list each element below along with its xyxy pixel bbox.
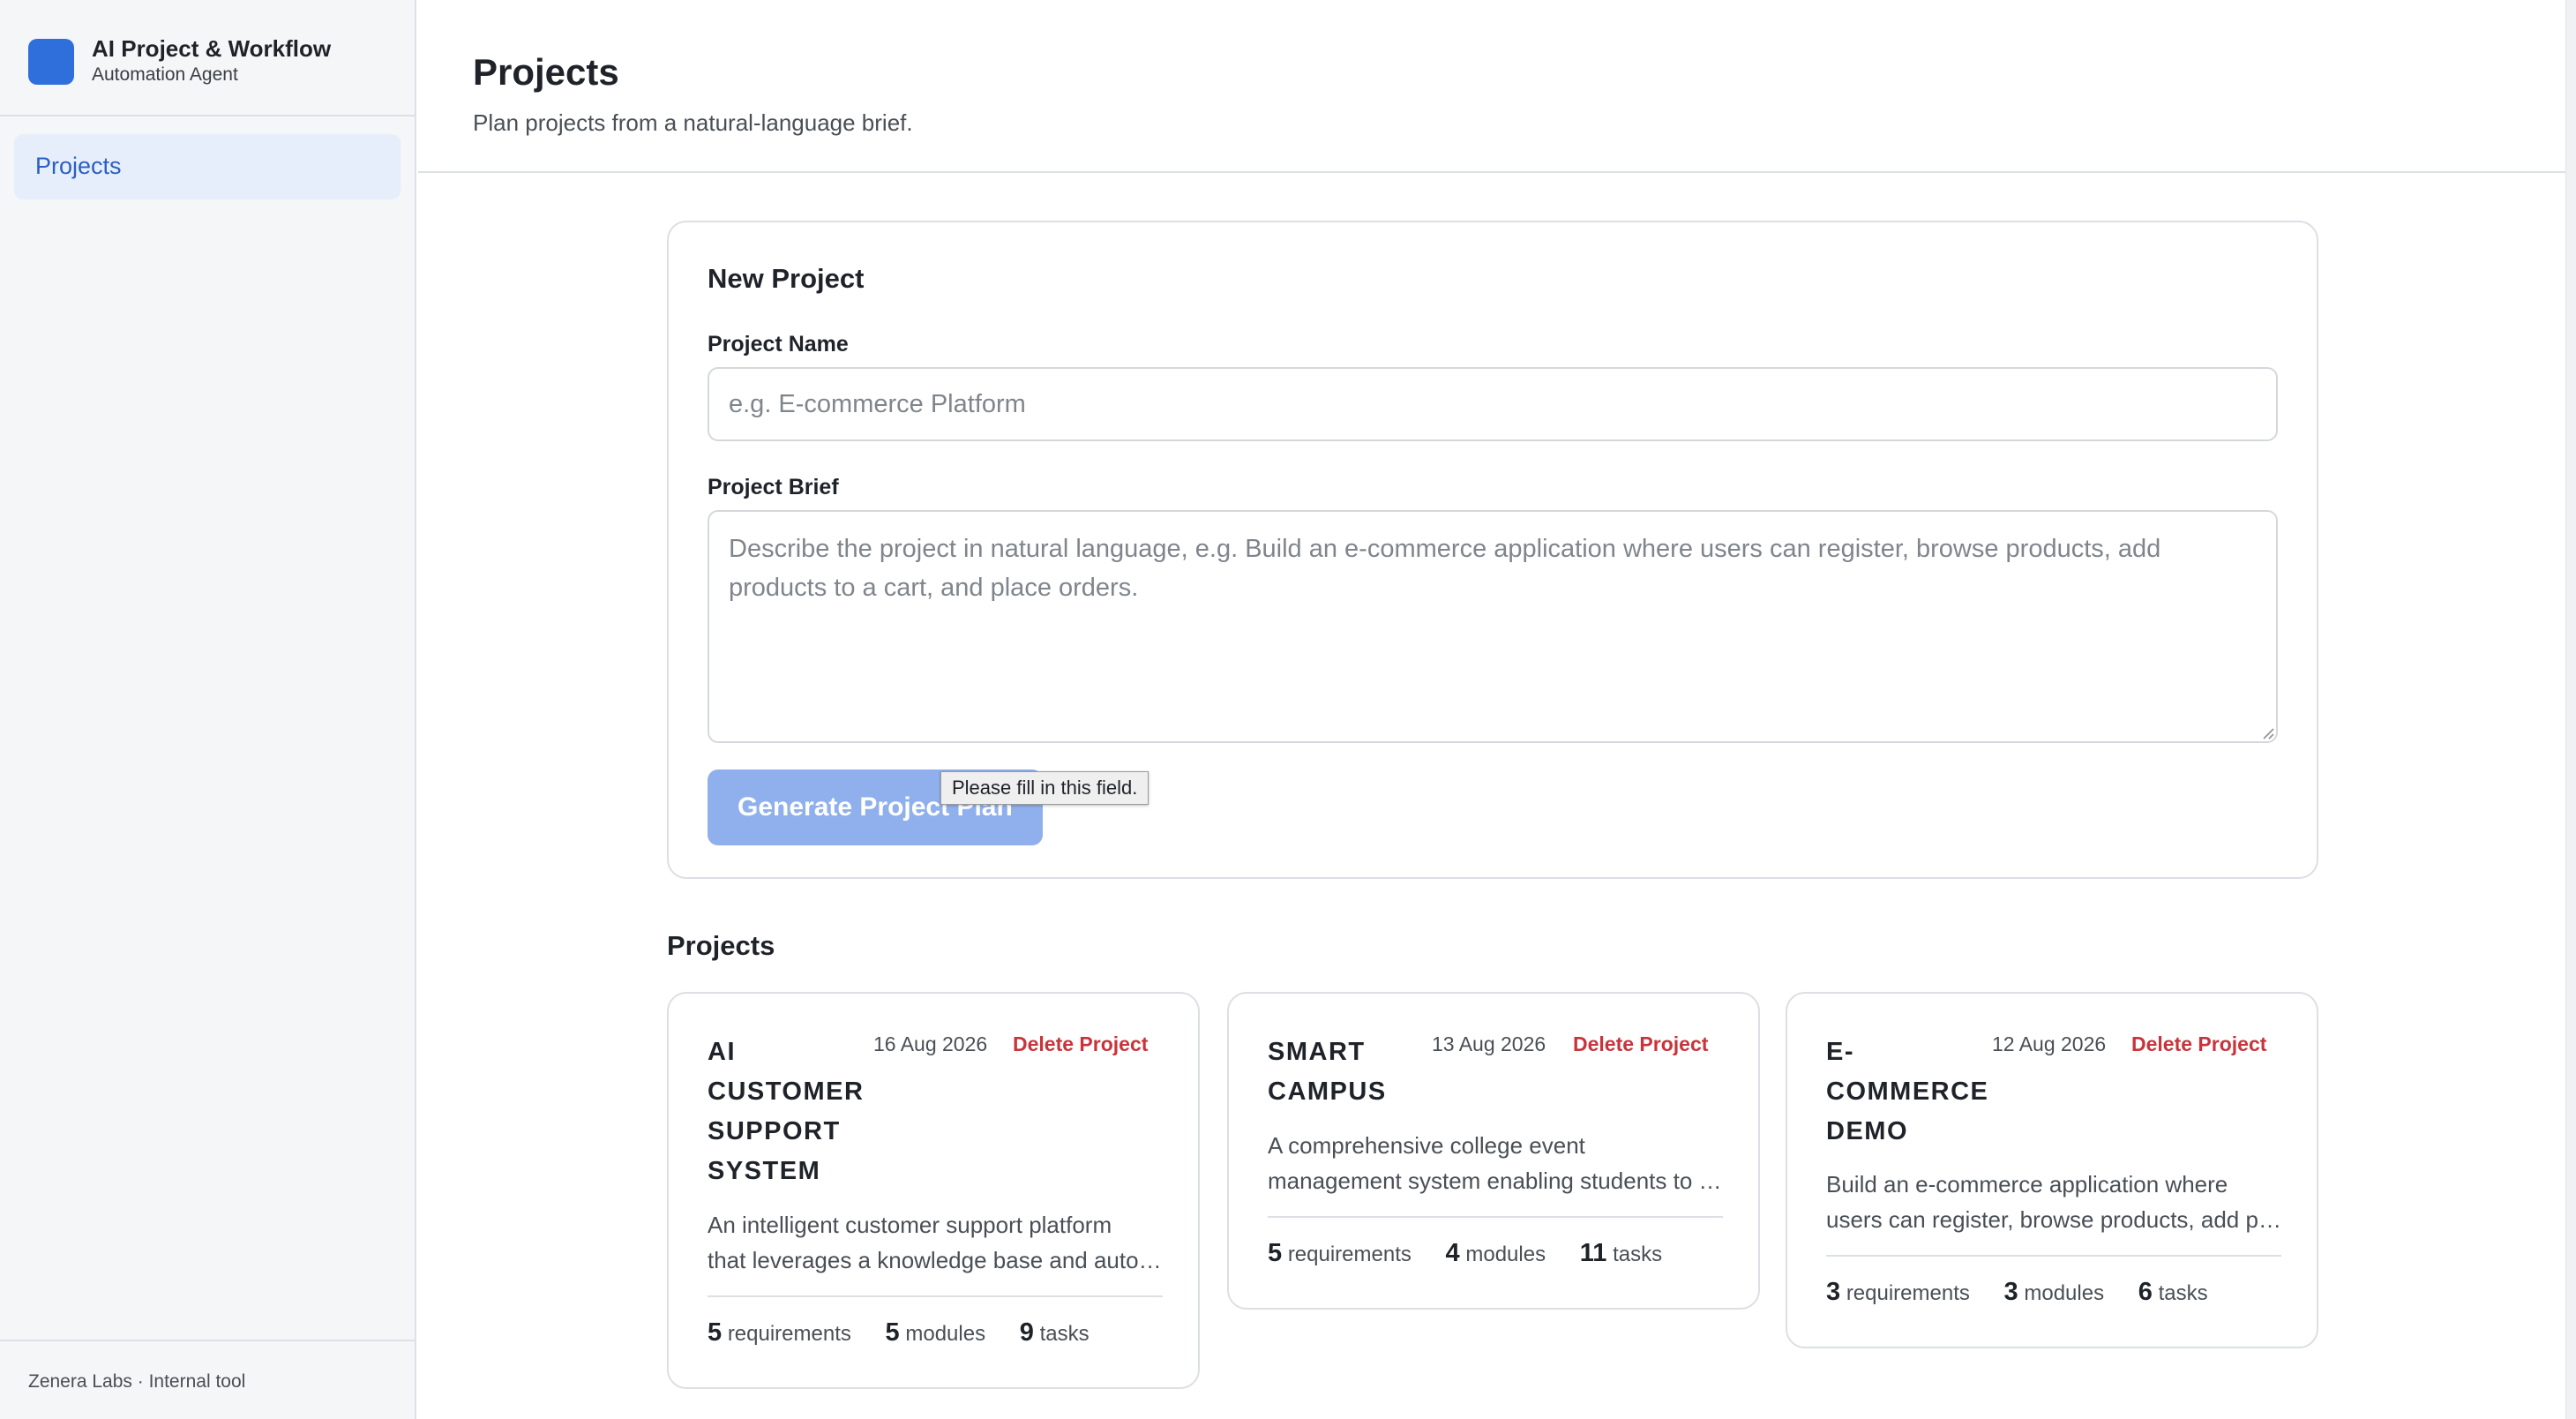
brand-title: AI Project & Workflow [92, 35, 332, 62]
project-date: 16 Aug 2026 [873, 1032, 988, 1055]
project-card[interactable]: E- COMMERCE DEMO 12 Aug 2026 Delete Proj… [1786, 992, 2318, 1348]
project-name-label: Project Name [708, 332, 849, 357]
project-stats: 5 requirements 4 modules 11 tasks [1268, 1239, 1690, 1268]
requirements-count: 5 requirements [708, 1318, 851, 1347]
sidebar-item-projects[interactable]: Projects [14, 134, 401, 199]
project-name: E- COMMERCE DEMO [1826, 1038, 1989, 1145]
project-brief-label: Project Brief [708, 475, 839, 499]
tasks-count: 11 tasks [1579, 1239, 1663, 1267]
delete-project-button[interactable]: Delete Project [2131, 1032, 2266, 1056]
tasks-count: 9 tasks [1019, 1318, 1090, 1347]
app-logo-icon [28, 39, 74, 85]
project-description: Build an e-commerce application where us… [1826, 1171, 2281, 1233]
app-window: AI Project & Workflow Automation Agent P… [0, 0, 2576, 1419]
project-name: SMART CAMPUS [1268, 1038, 1387, 1106]
tasks-count: 6 tasks [2138, 1278, 2208, 1306]
project-card[interactable]: AI CUSTOMER SUPPORT SYSTEM 16 Aug 2026 D… [667, 992, 1200, 1389]
requirements-count: 3 requirements [1826, 1278, 1970, 1306]
project-stats: 5 requirements 5 modules 9 tasks [708, 1318, 1118, 1348]
page-header: Projects Plan projects from a natural-la… [418, 0, 2567, 173]
project-stats: 3 requirements 3 modules 6 tasks [1826, 1278, 2236, 1307]
sidebar-footer: Zenera Labs · Internal tool [0, 1340, 415, 1419]
brand-subtitle: Automation Agent [92, 64, 238, 85]
project-divider [1826, 1255, 2281, 1257]
delete-project-button[interactable]: Delete Project [1013, 1032, 1148, 1056]
sidebar-item-label: Projects [35, 153, 122, 179]
project-name-input[interactable] [708, 367, 2278, 441]
project-divider [1268, 1216, 1723, 1218]
page-title: Projects [473, 51, 619, 93]
project-brief-input[interactable] [708, 510, 2278, 743]
modules-count: 4 modules [1445, 1239, 1546, 1267]
projects-section-title: Projects [667, 930, 775, 961]
resize-grip-icon[interactable] [2260, 725, 2274, 740]
validation-tooltip: Please fill in this field. [940, 771, 1149, 805]
page-subtitle: Plan projects from a natural-language br… [473, 109, 913, 136]
modules-count: 5 modules [885, 1318, 986, 1347]
sidebar-footer-text: Zenera Labs · Internal tool [28, 1371, 246, 1392]
project-divider [708, 1295, 1163, 1297]
project-date: 12 Aug 2026 [1992, 1032, 2107, 1055]
delete-project-button[interactable]: Delete Project [1573, 1032, 1708, 1056]
project-card[interactable]: SMART CAMPUS 13 Aug 2026 Delete Project … [1227, 992, 1760, 1310]
brand: AI Project & Workflow Automation Agent [0, 0, 415, 116]
new-project-card: New Project Project Name Project Brief G… [667, 221, 2318, 879]
project-description: An intelligent customer support platform… [708, 1212, 1163, 1273]
project-name: AI CUSTOMER SUPPORT SYSTEM [708, 1038, 865, 1185]
window-edge [2565, 0, 2576, 1419]
requirements-count: 5 requirements [1268, 1239, 1412, 1267]
new-project-title: New Project [708, 263, 865, 294]
modules-count: 3 modules [2003, 1278, 2105, 1306]
sidebar: AI Project & Workflow Automation Agent P… [0, 0, 416, 1419]
project-description: A comprehensive college event management… [1268, 1132, 1723, 1194]
project-date: 13 Aug 2026 [1432, 1032, 1546, 1055]
